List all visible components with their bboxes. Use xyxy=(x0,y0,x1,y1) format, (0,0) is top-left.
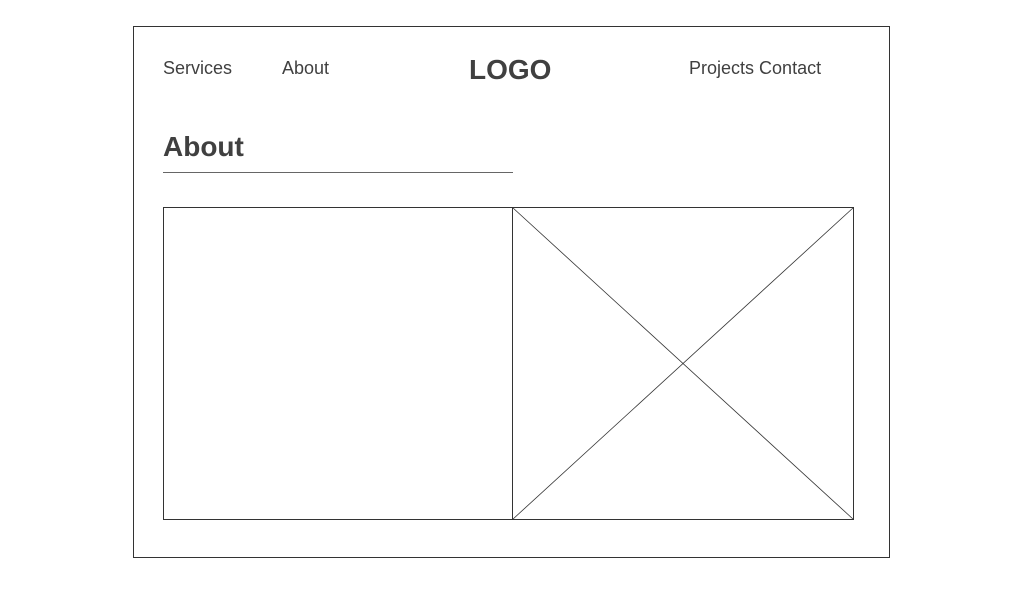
nav-item-services[interactable]: Services xyxy=(163,57,232,79)
image-placeholder-icon xyxy=(512,207,854,520)
nav-item-projects[interactable]: Projects xyxy=(689,58,754,78)
title-divider xyxy=(163,172,513,173)
nav-item-contact[interactable]: Contact xyxy=(759,58,821,78)
text-content-box xyxy=(163,207,514,520)
nav-item-about[interactable]: About xyxy=(282,57,329,79)
nav-right-group: Projects Contact xyxy=(689,57,821,79)
logo[interactable]: LOGO xyxy=(469,54,551,86)
image-placeholder xyxy=(512,207,854,520)
page-title: About xyxy=(163,131,244,162)
